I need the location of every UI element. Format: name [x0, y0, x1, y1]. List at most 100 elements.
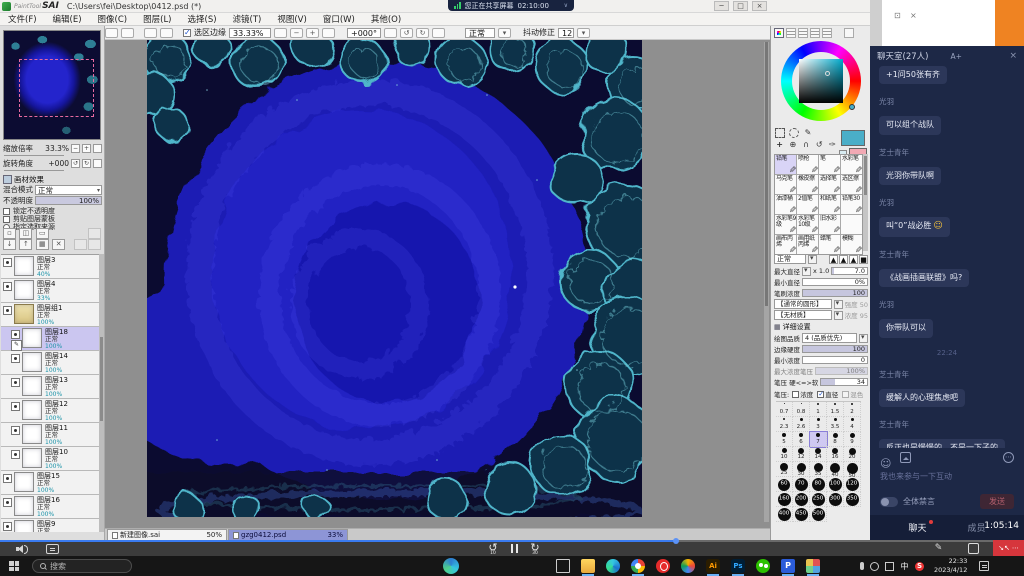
brush-tool[interactable]: 2值笔: [797, 195, 818, 214]
sai-taskbar-icon[interactable]: [806, 559, 820, 573]
quality-dropdown[interactable]: [859, 334, 868, 343]
pressure-option[interactable]: 混色: [842, 389, 863, 399]
brush-tool[interactable]: [841, 215, 862, 234]
nav-rotate-cw-button[interactable]: ↻: [82, 159, 91, 168]
brush-tool[interactable]: 水彩笔10级: [797, 215, 818, 234]
pressure-option[interactable]: 直径: [817, 389, 838, 399]
navigator-rotate-slider[interactable]: [4, 170, 64, 171]
selection-pen-icon[interactable]: [803, 128, 813, 138]
checkbox-icon[interactable]: [842, 391, 849, 398]
swatches-icon[interactable]: [822, 28, 832, 38]
close-button[interactable]: [752, 1, 767, 11]
new-lineart-layer-button[interactable]: ◫: [19, 228, 32, 239]
menu-item[interactable]: 其他(O): [363, 13, 409, 25]
brush-size-option[interactable]: 5: [776, 432, 793, 447]
stabilizer-value[interactable]: 12: [558, 28, 574, 38]
brush-tool[interactable]: 橡皮擦: [797, 175, 818, 194]
brush-size-option[interactable]: 300: [827, 492, 844, 507]
menu-item[interactable]: 文件(F): [0, 13, 45, 25]
layer-row[interactable]: 图层14正常100%: [1, 351, 104, 375]
close-float-icon[interactable]: [910, 11, 917, 20]
brush-tool[interactable]: 水彩笔: [841, 155, 862, 174]
brush-size-option[interactable]: 20: [844, 447, 861, 462]
ime-indicator[interactable]: 中: [900, 562, 909, 571]
brush-size-option[interactable]: 350: [844, 492, 861, 507]
min-density-row[interactable]: 最小浓度 0: [774, 355, 868, 365]
brush-tool[interactable]: 选择笔: [819, 175, 840, 194]
brush-tool[interactable]: 旧水彩: [819, 215, 840, 234]
canvas-vertical-scrollbar[interactable]: [764, 42, 769, 522]
brush-size-option[interactable]: 35: [810, 462, 827, 477]
sv-cursor[interactable]: [825, 71, 830, 76]
chrome-browser-icon[interactable]: [631, 559, 645, 573]
photoshop-icon[interactable]: [731, 559, 745, 573]
nav-zoom-in-button[interactable]: +: [82, 144, 91, 153]
flip-button[interactable]: [432, 28, 445, 38]
brush-edge-shape-icon[interactable]: [829, 255, 838, 264]
brush-size-option[interactable]: 200: [793, 492, 810, 507]
layer-visibility-toggle[interactable]: [11, 330, 20, 339]
toolbar-button[interactable]: [121, 28, 134, 38]
paint-mode-field[interactable]: 正常: [465, 28, 495, 38]
brush-size-option[interactable]: 12: [793, 447, 810, 462]
canvas-painting[interactable]: [147, 40, 642, 517]
brush-texture-row[interactable]: 【无材质】 浓度 95: [774, 310, 868, 320]
menu-item[interactable]: 图层(L): [135, 13, 179, 25]
layer-row[interactable]: 图层10正常100%: [1, 447, 104, 471]
pressure-option[interactable]: 浓度: [792, 389, 813, 399]
screen-share-bar[interactable]: 您正在共享屏幕 02:10:00: [448, 0, 574, 11]
brush-size-option[interactable]: 70: [793, 477, 810, 492]
move-tool-icon[interactable]: [775, 140, 784, 150]
color-wheel-icon[interactable]: [774, 28, 784, 38]
saturation-value-square[interactable]: [799, 59, 843, 103]
new-folder-button[interactable]: ▭: [36, 228, 49, 239]
edge-browser-icon[interactable]: [606, 559, 620, 573]
min-diameter-row[interactable]: 最小直径 0%: [774, 277, 868, 287]
checkbox-icon[interactable]: [792, 391, 799, 398]
foreground-color-swatch[interactable]: [841, 130, 865, 146]
brush-tool[interactable]: 模糊: [841, 235, 862, 254]
layer-row[interactable]: 图层12正常100%: [1, 399, 104, 423]
canvas-tab[interactable]: 新建图像.sai 50%: [107, 529, 227, 540]
layer-row[interactable]: 图层3正常40%: [1, 255, 104, 279]
chat-input[interactable]: 我也来参与一下互动: [880, 471, 952, 482]
merge-down-button[interactable]: ↑: [19, 239, 32, 250]
blend-mode-select[interactable]: 正常: [35, 185, 102, 195]
brush-size-option[interactable]: 0.7: [776, 402, 793, 417]
max-diameter-row[interactable]: 最大直径 x 1.0 7.0: [774, 266, 868, 276]
brush-size-option[interactable]: 3: [810, 417, 827, 432]
brush-size-option[interactable]: 1: [810, 402, 827, 417]
pause-button[interactable]: [511, 544, 518, 553]
brush-texture-dropdown[interactable]: [834, 311, 843, 320]
brush-size-option[interactable]: 14: [810, 447, 827, 462]
nav-rotate-reset-button[interactable]: [93, 159, 102, 168]
brush-size-option[interactable]: 16: [827, 447, 844, 462]
taskbar-search[interactable]: 搜索: [32, 559, 132, 573]
brush-size-option[interactable]: 2.3: [776, 417, 793, 432]
layer-visibility-toggle[interactable]: [11, 426, 20, 435]
brush-size-option[interactable]: 2.6: [793, 417, 810, 432]
menu-item[interactable]: 视图(V): [269, 13, 314, 25]
brush-tool[interactable]: 铅笔30: [841, 195, 862, 214]
toolbar-button[interactable]: [105, 28, 118, 38]
layer-visibility-toggle[interactable]: [11, 450, 20, 459]
menu-item[interactable]: 窗口(W): [315, 13, 363, 25]
menu-item[interactable]: 选择(S): [180, 13, 225, 25]
zoom-tool-icon[interactable]: [788, 140, 797, 150]
brush-size-option[interactable]: 50: [844, 462, 861, 477]
opacity-slider[interactable]: 100%: [35, 196, 102, 205]
brush-tool[interactable]: 蜡笔: [819, 235, 840, 254]
layer-extra-button[interactable]: [88, 239, 101, 250]
brush-tool[interactable]: 油漆桶: [775, 195, 796, 214]
brush-edge-shape-icon[interactable]: [839, 255, 848, 264]
camera-tile[interactable]: [995, 0, 1024, 46]
brush-tool[interactable]: 喷枪: [797, 155, 818, 174]
popout-icon[interactable]: [894, 11, 901, 20]
forward-30-button[interactable]: 30: [528, 542, 542, 555]
menu-item[interactable]: 滤镜(T): [225, 13, 270, 25]
chevron-down-icon[interactable]: [564, 2, 568, 9]
widgets-weather-icon[interactable]: [443, 558, 459, 574]
color-wheel[interactable]: [775, 40, 867, 128]
display-tray-icon[interactable]: [885, 562, 894, 571]
layer-visibility-toggle[interactable]: [11, 354, 20, 363]
